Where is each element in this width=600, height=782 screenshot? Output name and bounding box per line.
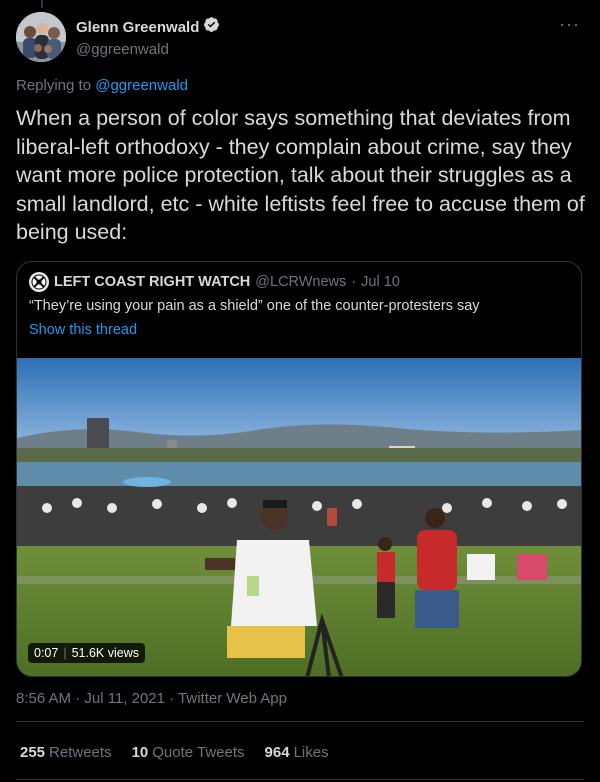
more-options-icon[interactable]: ··· <box>559 14 580 35</box>
author-avatar[interactable] <box>16 12 66 62</box>
tweet-header: Glenn Greenwald @ggreenwald ··· <box>16 12 584 64</box>
engagement-stats: 255 Retweets 10 Quote Tweets 964 Likes <box>20 744 329 761</box>
video-thumbnail <box>17 358 581 676</box>
divider-top <box>16 721 584 722</box>
quoted-separator: · <box>351 274 357 290</box>
tweet-body-text: When a person of color says something th… <box>16 106 585 244</box>
replying-to: Replying to @ggreenwald <box>16 77 188 94</box>
show-thread-link[interactable]: Show this thread <box>29 322 137 338</box>
quoted-tweet-header: LEFT COAST RIGHT WATCH @LCRWnews · Jul 1… <box>29 272 400 292</box>
divider-bottom <box>16 779 584 780</box>
quoted-handle[interactable]: @LCRWnews <box>255 274 346 290</box>
video-player[interactable]: 0:07 | 51.6K views <box>17 358 581 676</box>
replying-target-link[interactable]: @ggreenwald <box>95 77 188 94</box>
tweet-timestamp-source[interactable]: 8:56 AM · Jul 11, 2021 · Twitter Web App <box>16 690 287 707</box>
badge-divider: | <box>63 646 67 660</box>
lcrw-logo-icon[interactable] <box>29 272 49 292</box>
replying-prefix: Replying to <box>16 77 92 94</box>
video-views: 51.6K views <box>71 646 139 660</box>
thread-connector-line <box>41 0 43 8</box>
quoted-tweet-card[interactable]: LEFT COAST RIGHT WATCH @LCRWnews · Jul 1… <box>16 261 582 677</box>
stat-retweets[interactable]: 255 Retweets <box>20 744 112 761</box>
quoted-display-name[interactable]: LEFT COAST RIGHT WATCH <box>54 274 250 290</box>
quoted-tweet-text: “They’re using your pain as a shield” on… <box>29 298 480 314</box>
verified-badge-icon <box>203 16 220 38</box>
author-display-name[interactable]: Glenn Greenwald <box>76 19 199 36</box>
author-handle[interactable]: @ggreenwald <box>76 41 220 58</box>
stat-likes[interactable]: 964 Likes <box>265 744 329 761</box>
video-info-badge: 0:07 | 51.6K views <box>28 643 145 663</box>
video-duration: 0:07 <box>34 646 59 660</box>
stat-quote-tweets[interactable]: 10 Quote Tweets <box>132 744 245 761</box>
quoted-date[interactable]: Jul 10 <box>361 274 400 290</box>
